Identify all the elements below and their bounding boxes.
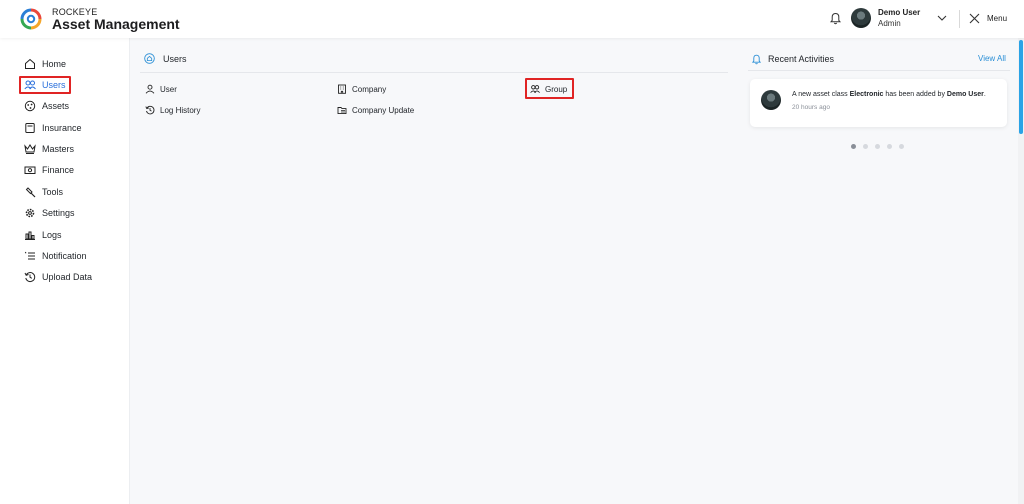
option-user[interactable]: User bbox=[145, 83, 177, 95]
sidebar-item-assets[interactable]: Assets bbox=[24, 99, 69, 113]
activity-avatar bbox=[761, 90, 781, 110]
assets-icon bbox=[24, 100, 36, 112]
carousel-pagination bbox=[851, 144, 911, 149]
sidebar-item-finance[interactable]: Finance bbox=[24, 163, 74, 177]
brand-title: Asset Management bbox=[52, 16, 180, 32]
activities-divider bbox=[748, 70, 1010, 71]
sidebar-item-upload-data[interactable]: Upload Data bbox=[24, 270, 92, 284]
hammer-icon bbox=[25, 187, 36, 198]
bell-icon[interactable] bbox=[830, 12, 841, 25]
history-icon bbox=[24, 272, 36, 283]
option-company[interactable]: Company bbox=[337, 83, 386, 95]
app-header: ROCKEYE Asset Management Demo User Admin… bbox=[0, 0, 1024, 38]
pagination-dot[interactable] bbox=[863, 144, 868, 149]
sidebar-item-label: Home bbox=[42, 59, 67, 69]
activity-card[interactable]: A new asset class Electronic has been ad… bbox=[750, 79, 1007, 127]
users-highlight-box bbox=[19, 76, 71, 94]
header-separator bbox=[959, 10, 960, 28]
activity-time: 20 hours ago bbox=[792, 104, 830, 111]
close-icon[interactable] bbox=[969, 13, 980, 24]
bar-chart-icon bbox=[25, 231, 35, 240]
pagination-dot[interactable] bbox=[875, 144, 880, 149]
sidebar-item-label: Tools bbox=[42, 187, 64, 197]
user-avatar[interactable] bbox=[851, 8, 871, 28]
building-icon bbox=[338, 84, 346, 94]
sidebar-item-label: Settings bbox=[42, 208, 75, 218]
view-all-link[interactable]: View All bbox=[978, 54, 1006, 63]
sidebar-item-home[interactable]: Home bbox=[24, 57, 66, 71]
sidebar-item-tools[interactable]: Tools bbox=[24, 185, 63, 199]
pagination-dot[interactable] bbox=[899, 144, 904, 149]
home-icon bbox=[25, 58, 35, 69]
sidebar-item-notification[interactable]: Notification bbox=[24, 249, 87, 263]
option-label: Company Update bbox=[352, 105, 415, 115]
asset-class-name: Electronic bbox=[849, 91, 884, 98]
history-icon bbox=[145, 105, 155, 115]
list-icon bbox=[24, 251, 35, 260]
user-role: Admin bbox=[878, 19, 901, 28]
user-icon bbox=[145, 84, 155, 94]
chevron-down-icon[interactable] bbox=[937, 14, 947, 22]
sidebar-item-label: Insurance bbox=[42, 123, 82, 133]
user-name[interactable]: Demo User bbox=[878, 8, 920, 17]
sidebar-item-label: Finance bbox=[42, 165, 75, 175]
sidebar-item-label: Assets bbox=[42, 101, 70, 111]
home-icon bbox=[144, 53, 155, 64]
gear-icon bbox=[25, 208, 35, 218]
pagination-dot[interactable] bbox=[851, 144, 856, 149]
sidebar-item-masters[interactable]: Masters bbox=[24, 142, 74, 156]
actor-name: Demo User bbox=[946, 91, 984, 98]
sidebar-item-label: Masters bbox=[42, 144, 75, 154]
option-label: Log History bbox=[160, 105, 201, 115]
sidebar-item-settings[interactable]: Settings bbox=[24, 206, 75, 220]
folder-icon bbox=[337, 107, 347, 115]
sidebar-item-label: Upload Data bbox=[42, 272, 93, 282]
option-label: Company bbox=[352, 84, 387, 94]
breadcrumb: Users bbox=[163, 54, 187, 64]
bell-icon bbox=[752, 54, 761, 65]
insurance-icon bbox=[25, 123, 35, 133]
recent-activities-title: Recent Activities bbox=[768, 54, 835, 64]
pagination-dot[interactable] bbox=[887, 144, 892, 149]
sidebar-item-label: Logs bbox=[42, 230, 62, 240]
menu-button[interactable]: Menu bbox=[987, 14, 1007, 23]
money-icon bbox=[24, 166, 36, 174]
group-highlight-box bbox=[525, 78, 574, 99]
option-label: User bbox=[160, 84, 177, 94]
content-divider bbox=[140, 72, 728, 73]
rockeye-logo-icon[interactable] bbox=[20, 8, 42, 30]
sidebar-item-label: Notification bbox=[42, 251, 87, 261]
sidebar-item-insurance[interactable]: Insurance bbox=[24, 121, 82, 135]
scrollbar-thumb[interactable] bbox=[1019, 40, 1023, 134]
activity-text: A new asset class Electronic has been ad… bbox=[792, 91, 986, 98]
crown-icon bbox=[24, 144, 36, 154]
option-company-update[interactable]: Company Update bbox=[337, 104, 414, 116]
option-log-history[interactable]: Log History bbox=[145, 104, 200, 116]
sidebar-item-logs[interactable]: Logs bbox=[24, 228, 62, 242]
